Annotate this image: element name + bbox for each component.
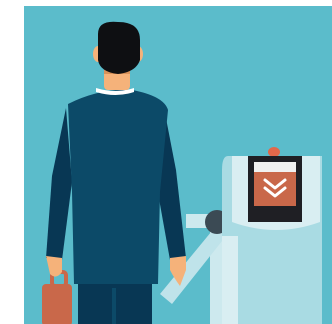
- gate-indicator-light: [268, 147, 280, 157]
- suitcase-body: [42, 284, 72, 324]
- gate-screen-header: [254, 162, 296, 172]
- airport-gate-illustration: [24, 6, 332, 324]
- trouser-seam: [112, 288, 116, 324]
- gate-side-panel: [222, 236, 238, 324]
- hair: [98, 21, 140, 74]
- gate-screen-icon: [248, 156, 302, 222]
- illustration-canvas: [0, 0, 332, 324]
- jacket-shadow: [74, 230, 158, 284]
